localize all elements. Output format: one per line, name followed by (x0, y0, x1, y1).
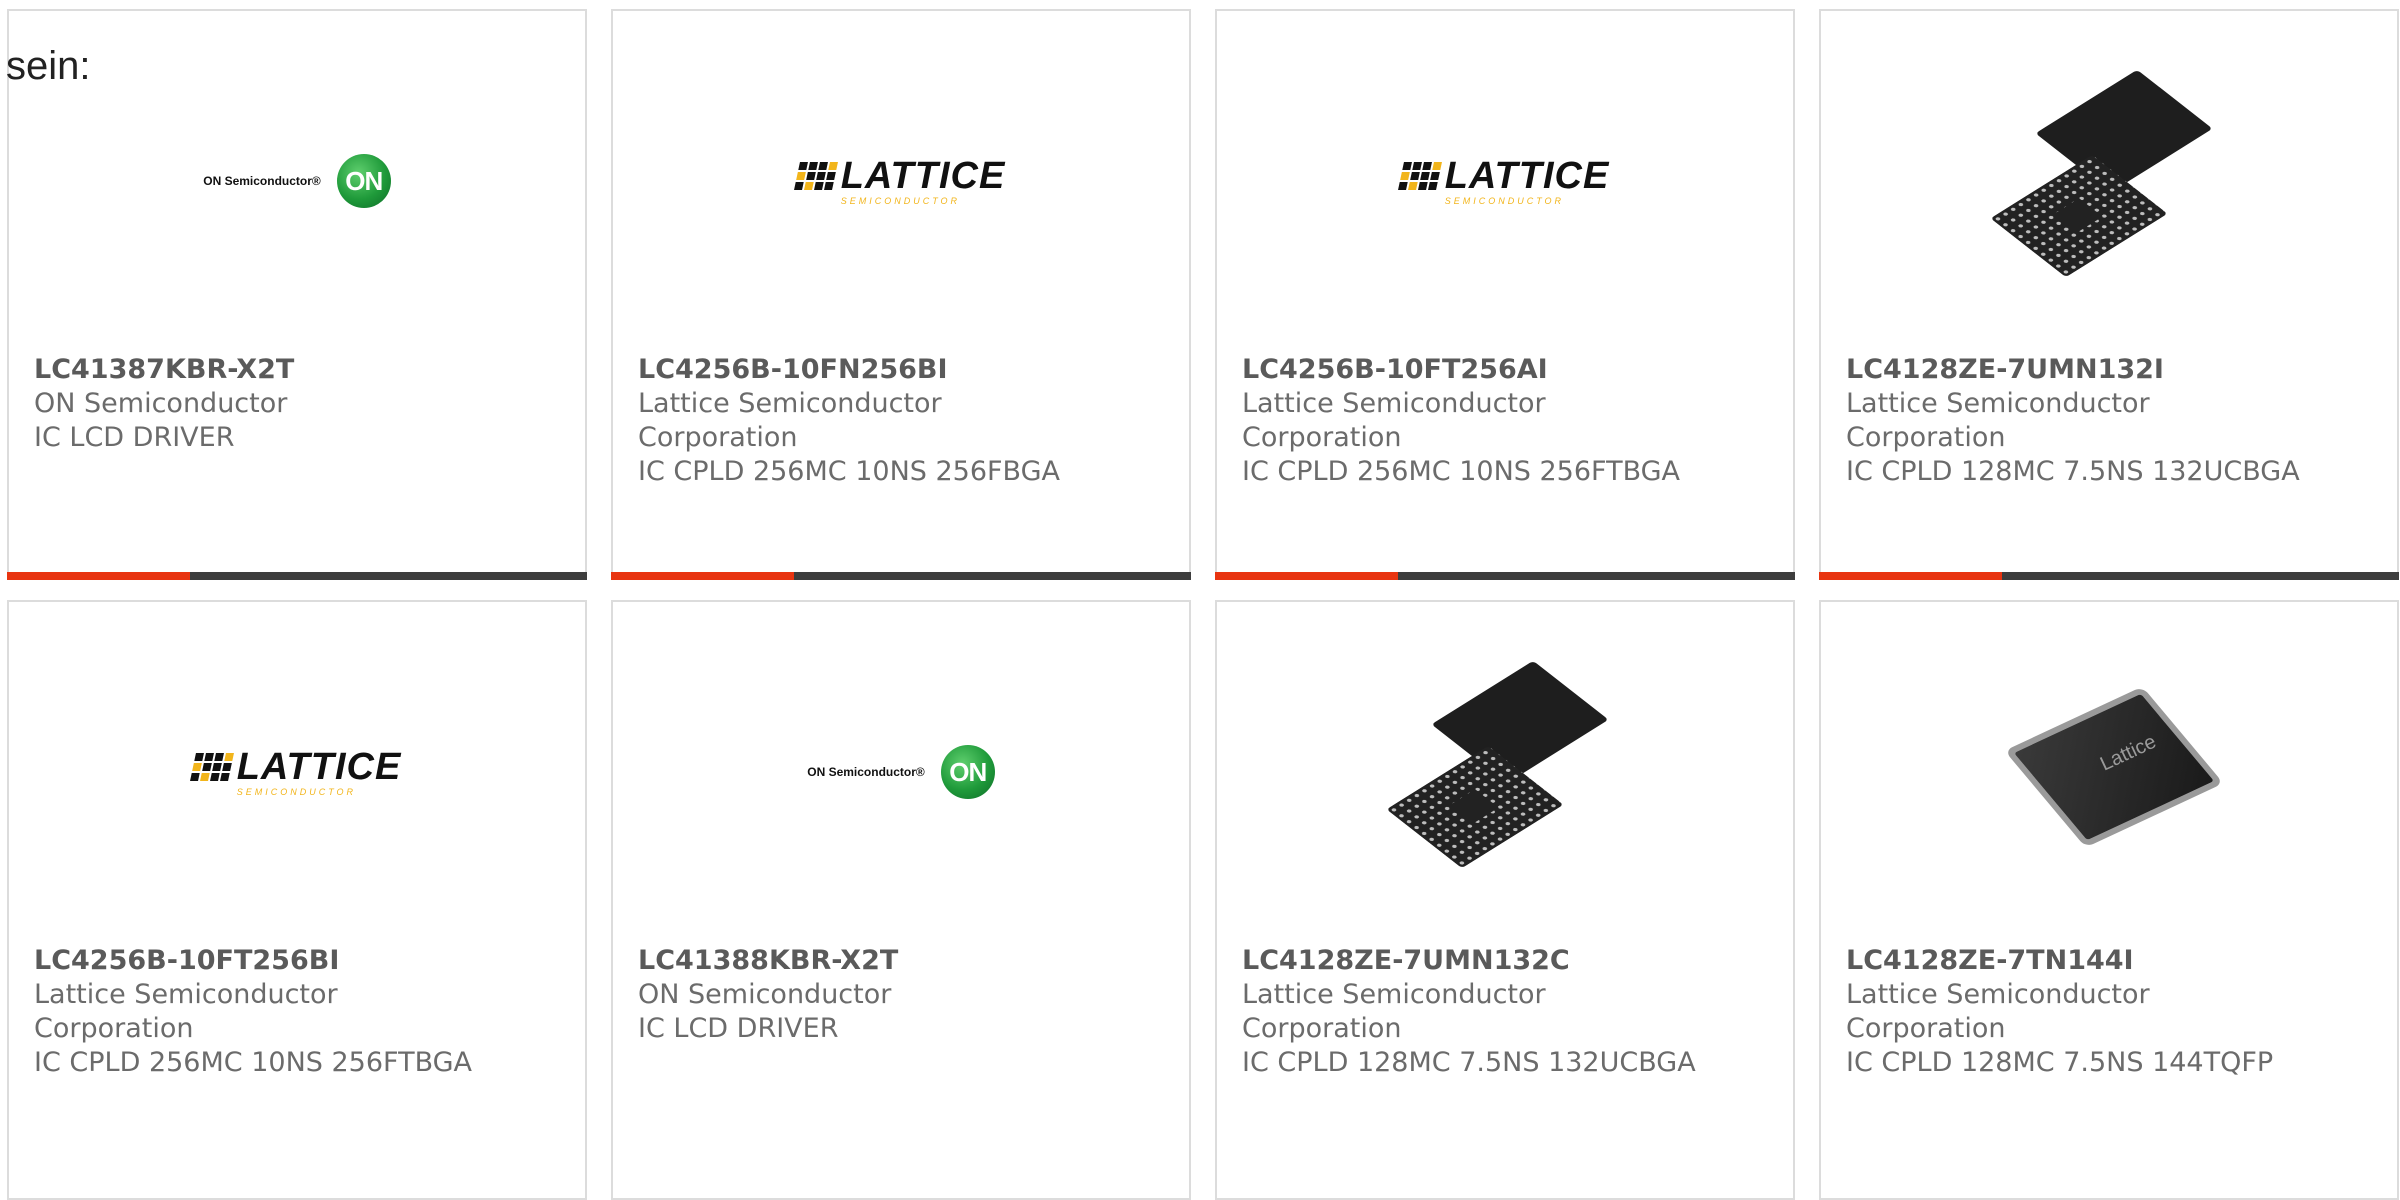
intro-text: sein: (6, 44, 91, 88)
product-info: LC4256B-10FT256AI Lattice Semiconductor C… (1242, 353, 1783, 489)
part-number-link[interactable]: LC4256B-10FT256BI (34, 944, 575, 978)
manufacturer-name: Corporation (1242, 1013, 1402, 1044)
card-accent-bar (611, 572, 1191, 580)
product-card[interactable]: ON Semiconductor® ON LC41387KBR-X2T ON S… (7, 9, 587, 580)
lattice-semiconductor-logo: LATTICE SEMICONDUCTOR (1397, 157, 1610, 206)
card-accent-bar (1819, 572, 2399, 580)
manufacturer-name: Corporation (1846, 422, 2006, 453)
part-number-link[interactable]: LC41388KBR-X2T (638, 944, 1179, 978)
manufacturer-name: ON Semiconductor (34, 388, 288, 419)
manufacturer-name: Corporation (34, 1013, 194, 1044)
product-info: LC4128ZE-7TN144I Lattice Semiconductor Co… (1846, 944, 2387, 1080)
bga-chip-image (1990, 69, 2214, 286)
manufacturer-name: Lattice Semiconductor (1846, 388, 2150, 419)
product-card[interactable]: LATTICE SEMICONDUCTOR LC4256B-10FN256BI … (611, 9, 1191, 580)
product-card[interactable]: LATTICE SEMICONDUCTOR LC4256B-10FT256AI … (1215, 9, 1795, 580)
part-number-link[interactable]: LC41387KBR-X2T (34, 353, 575, 387)
manufacturer-name: Lattice Semiconductor (1846, 979, 2150, 1010)
manufacturer-name: Corporation (1242, 422, 1402, 453)
product-info: LC4128ZE-7UMN132I Lattice Semiconductor C… (1846, 353, 2387, 489)
manufacturer-name: Lattice Semiconductor (34, 979, 338, 1010)
lattice-semiconductor-logo: LATTICE SEMICONDUCTOR (189, 748, 402, 797)
product-description: IC LCD DRIVER (638, 1013, 839, 1044)
product-image[interactable]: LATTICE SEMICONDUCTOR (613, 11, 1189, 351)
tqfp-chip-image: Lattice (2004, 667, 2215, 877)
manufacturer-name: Lattice Semiconductor (1242, 979, 1546, 1010)
on-semiconductor-logo: ON Semiconductor® ON (203, 154, 391, 208)
lattice-semiconductor-logo: LATTICE SEMICONDUCTOR (793, 157, 1006, 206)
product-image[interactable]: LATTICE SEMICONDUCTOR (1217, 11, 1793, 351)
product-image[interactable]: ON Semiconductor® ON (9, 11, 585, 351)
product-card[interactable]: ON Semiconductor® ON LC41388KBR-X2T ON S… (611, 600, 1191, 1200)
product-image[interactable] (1821, 11, 2397, 351)
product-card[interactable]: LC4128ZE-7UMN132C Lattice Semiconductor C… (1215, 600, 1795, 1200)
product-image[interactable] (1217, 602, 1793, 942)
manufacturer-name: Lattice Semiconductor (1242, 388, 1546, 419)
part-number-link[interactable]: LC4256B-10FT256AI (1242, 353, 1783, 387)
product-info: LC4256B-10FT256BI Lattice Semiconductor C… (34, 944, 575, 1080)
product-info: LC4256B-10FN256BI Lattice Semiconductor C… (638, 353, 1179, 489)
manufacturer-name: Lattice Semiconductor (638, 388, 942, 419)
card-accent-bar (1215, 572, 1795, 580)
product-description: IC CPLD 128MC 7.5NS 132UCBGA (1846, 456, 2300, 487)
product-card[interactable]: Lattice LC4128ZE-7TN144I Lattice Semicon… (1819, 600, 2399, 1200)
product-description: IC CPLD 128MC 7.5NS 132UCBGA (1242, 1047, 1696, 1078)
manufacturer-name: ON Semiconductor (638, 979, 892, 1010)
product-description: IC CPLD 256MC 10NS 256FTBGA (1242, 456, 1681, 487)
card-accent-bar (7, 572, 587, 580)
product-info: LC41387KBR-X2T ON Semiconductor IC LCD D… (34, 353, 575, 455)
part-number-link[interactable]: LC4128ZE-7UMN132I (1846, 353, 2387, 387)
product-card[interactable]: LATTICE SEMICONDUCTOR LC4256B-10FT256BI … (7, 600, 587, 1200)
product-card[interactable]: LC4128ZE-7UMN132I Lattice Semiconductor C… (1819, 9, 2399, 580)
product-image[interactable]: LATTICE SEMICONDUCTOR (9, 602, 585, 942)
part-number-link[interactable]: LC4256B-10FN256BI (638, 353, 1179, 387)
bga-chip-image (1386, 660, 1610, 877)
manufacturer-name: Corporation (638, 422, 798, 453)
product-description: IC CPLD 128MC 7.5NS 144TQFP (1846, 1047, 2274, 1078)
product-image[interactable]: Lattice (1821, 602, 2397, 942)
product-info: LC4128ZE-7UMN132C Lattice Semiconductor C… (1242, 944, 1783, 1080)
manufacturer-name: Corporation (1846, 1013, 2006, 1044)
part-number-link[interactable]: LC4128ZE-7UMN132C (1242, 944, 1783, 978)
product-description: IC LCD DRIVER (34, 422, 235, 453)
on-semiconductor-logo: ON Semiconductor® ON (807, 745, 995, 799)
product-info: LC41388KBR-X2T ON Semiconductor IC LCD D… (638, 944, 1179, 1046)
product-description: IC CPLD 256MC 10NS 256FTBGA (34, 1047, 473, 1078)
part-number-link[interactable]: LC4128ZE-7TN144I (1846, 944, 2387, 978)
product-image[interactable]: ON Semiconductor® ON (613, 602, 1189, 942)
product-description: IC CPLD 256MC 10NS 256FBGA (638, 456, 1060, 487)
